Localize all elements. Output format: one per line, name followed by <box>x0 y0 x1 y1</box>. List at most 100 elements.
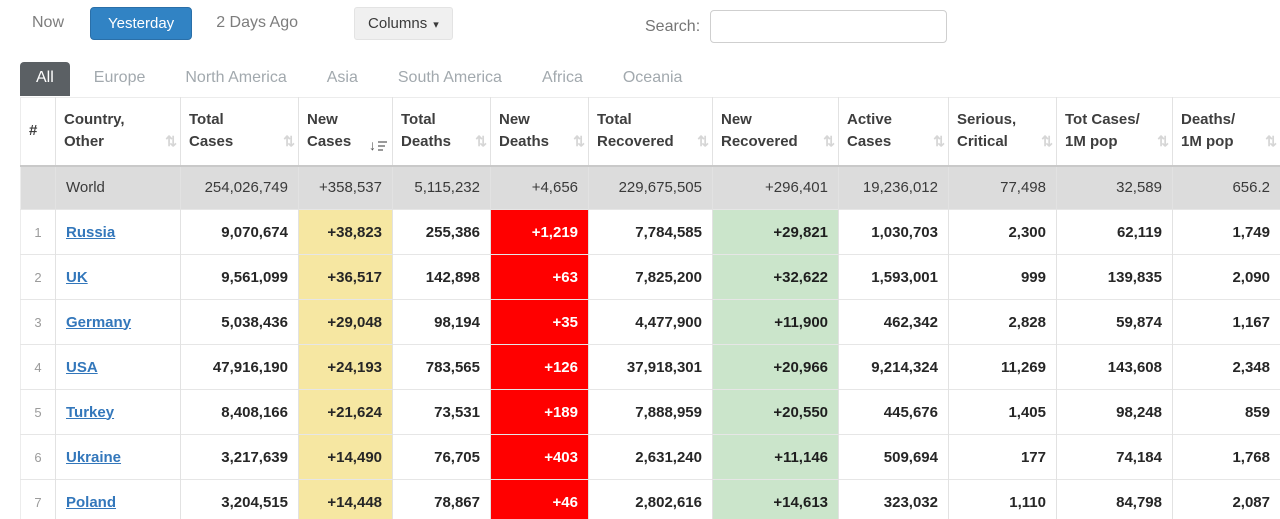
cell-total_deaths: 73,531 <box>393 390 491 435</box>
cell-serious_critical: 999 <box>949 255 1057 300</box>
col-header-serious_critical[interactable]: Serious,Critical⇅ <box>949 98 1057 166</box>
cell-total_recovered: 2,802,616 <box>589 480 713 519</box>
col-header-cases_per_1m[interactable]: Tot Cases/1M pop⇅ <box>1057 98 1173 166</box>
cell-total_cases: 8,408,166 <box>181 390 299 435</box>
cell-total_cases: 254,026,749 <box>181 166 299 210</box>
cell-cases_per_1m: 62,119 <box>1057 210 1173 255</box>
col-header-active_cases[interactable]: ActiveCases⇅ <box>839 98 949 166</box>
cell-deaths_per_1m: 859 <box>1173 390 1280 435</box>
tab-south-america[interactable]: South America <box>398 62 502 96</box>
col-header-deaths_per_1m[interactable]: Deaths/1M pop⇅ <box>1173 98 1280 166</box>
cell-cases_per_1m: 143,608 <box>1057 345 1173 390</box>
cell-total_recovered: 229,675,505 <box>589 166 713 210</box>
tab-asia[interactable]: Asia <box>327 62 358 96</box>
cell-cases_per_1m: 74,184 <box>1057 435 1173 480</box>
cell-new_recovered: +32,622 <box>713 255 839 300</box>
cell-country: Ukraine <box>56 435 181 480</box>
sort-both-icon: ⇅ <box>283 130 293 152</box>
header-line1: Total <box>189 109 290 131</box>
search-label: Search: <box>645 18 700 36</box>
country-link[interactable]: Ukraine <box>66 449 121 466</box>
cell-total_deaths: 783,565 <box>393 345 491 390</box>
cell-rank: 2 <box>21 255 56 300</box>
header-line1: New <box>721 109 830 131</box>
col-header-new_cases[interactable]: NewCases↓ <box>299 98 393 166</box>
columns-dropdown-button[interactable]: Columns ▾ <box>354 7 453 40</box>
country-link[interactable]: USA <box>66 359 98 376</box>
col-header-new_recovered[interactable]: NewRecovered⇅ <box>713 98 839 166</box>
country-row-turkey: 5 Turkey 8,408,166+21,62473,531+1897,888,9… <box>21 390 1280 435</box>
cell-new_cases: +29,048 <box>299 300 393 345</box>
cell-country: UK <box>56 255 181 300</box>
cell-new_recovered: +11,146 <box>713 435 839 480</box>
cell-serious_critical: 77,498 <box>949 166 1057 210</box>
cell-new_deaths: +403 <box>491 435 589 480</box>
col-header-country[interactable]: Country,Other⇅ <box>56 98 181 166</box>
table-body: World254,026,749+358,5375,115,232+4,6562… <box>21 166 1280 519</box>
country-row-germany: 3Germany5,038,436+29,04898,194+354,477,9… <box>21 300 1280 345</box>
cell-country: Russia <box>56 210 181 255</box>
header-line1: Active <box>847 109 940 131</box>
cell-serious_critical: 1,110 <box>949 480 1057 519</box>
country-link[interactable]: UK <box>66 269 88 286</box>
cell-deaths_per_1m: 2,348 <box>1173 345 1280 390</box>
country-link[interactable]: Germany <box>66 314 131 331</box>
tab-africa[interactable]: Africa <box>542 62 583 96</box>
col-header-new_deaths[interactable]: NewDeaths⇅ <box>491 98 589 166</box>
cell-active_cases: 509,694 <box>839 435 949 480</box>
country-row-russia: 1Russia9,070,674+38,823255,386+1,2197,78… <box>21 210 1280 255</box>
cell-total_cases: 3,217,639 <box>181 435 299 480</box>
cell-new_recovered: +11,900 <box>713 300 839 345</box>
tab-europe[interactable]: Europe <box>94 62 146 96</box>
sort-both-icon: ⇅ <box>1265 130 1275 152</box>
cell-serious_critical: 177 <box>949 435 1057 480</box>
cell-total_recovered: 7,825,200 <box>589 255 713 300</box>
cell-new_deaths: +126 <box>491 345 589 390</box>
cell-total_recovered: 7,888,959 <box>589 390 713 435</box>
cell-cases_per_1m: 32,589 <box>1057 166 1173 210</box>
now-tab[interactable]: Now <box>32 14 64 32</box>
cell-total_cases: 47,916,190 <box>181 345 299 390</box>
country-row-usa: 4USA47,916,190+24,193783,565+12637,918,3… <box>21 345 1280 390</box>
header-line2: Recovered <box>721 131 830 153</box>
yesterday-tab[interactable]: Yesterday <box>90 7 192 40</box>
cell-serious_critical: 2,300 <box>949 210 1057 255</box>
cell-rank: 5 <box>21 390 56 435</box>
caret-down-icon: ▾ <box>433 18 439 31</box>
tab-north-america[interactable]: North America <box>185 62 286 96</box>
country-link[interactable]: Poland <box>66 494 116 511</box>
cell-deaths_per_1m: 2,090 <box>1173 255 1280 300</box>
header-line1: New <box>307 109 384 131</box>
cell-total_cases: 9,070,674 <box>181 210 299 255</box>
country-link[interactable]: Turkey <box>66 404 114 421</box>
cell-total_deaths: 255,386 <box>393 210 491 255</box>
cell-country: Germany <box>56 300 181 345</box>
cell-rank: 3 <box>21 300 56 345</box>
tab-oceania[interactable]: Oceania <box>623 62 683 96</box>
col-header-total_deaths[interactable]: TotalDeaths⇅ <box>393 98 491 166</box>
cell-cases_per_1m: 84,798 <box>1057 480 1173 519</box>
header-line2: Cases <box>189 131 290 153</box>
cell-cases_per_1m: 98,248 <box>1057 390 1173 435</box>
cell-new_deaths: +46 <box>491 480 589 519</box>
cell-new_cases: +21,624 <box>299 390 393 435</box>
tab-all[interactable]: All <box>20 62 70 96</box>
header-line1: New <box>499 109 580 131</box>
country-link[interactable]: Russia <box>66 224 115 241</box>
col-header-total_recovered[interactable]: TotalRecovered⇅ <box>589 98 713 166</box>
col-header-total_cases[interactable]: TotalCases⇅ <box>181 98 299 166</box>
columns-dropdown-label: Columns <box>368 15 427 32</box>
two-days-ago-tab[interactable]: 2 Days Ago <box>216 14 298 32</box>
cell-new_recovered: +20,966 <box>713 345 839 390</box>
header-line1: Deaths/ <box>1181 109 1272 131</box>
cell-active_cases: 1,593,001 <box>839 255 949 300</box>
header-line2: Deaths <box>401 131 482 153</box>
cell-deaths_per_1m: 2,087 <box>1173 480 1280 519</box>
cell-new_deaths: +189 <box>491 390 589 435</box>
cell-cases_per_1m: 139,835 <box>1057 255 1173 300</box>
covid-table: #Country,Other⇅TotalCases⇅NewCases↓Total… <box>20 97 1280 519</box>
sort-both-icon: ⇅ <box>573 130 583 152</box>
search-input[interactable] <box>710 10 947 43</box>
table-header: #Country,Other⇅TotalCases⇅NewCases↓Total… <box>21 98 1280 166</box>
cell-rank: 7 <box>21 480 56 519</box>
